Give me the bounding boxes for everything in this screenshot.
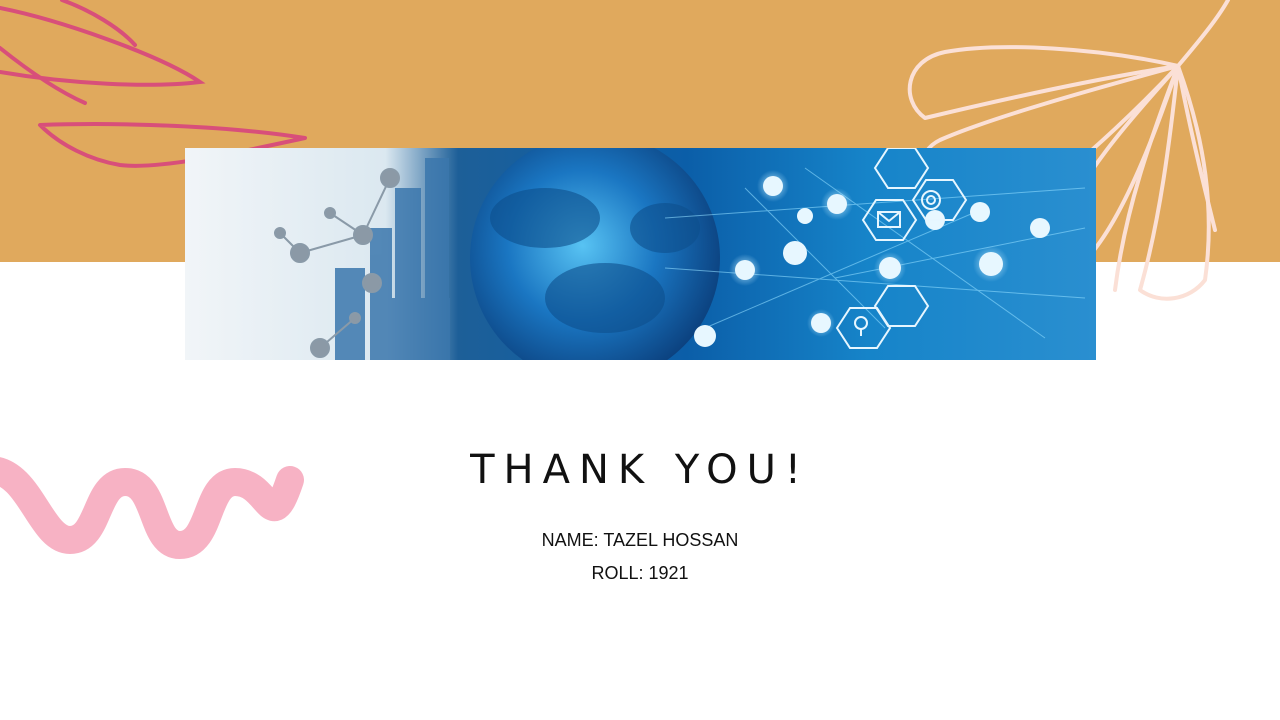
squiggle-icon — [0, 457, 304, 559]
roll-text: ROLL: 1921 — [591, 563, 689, 583]
page-title: THANK YOU! — [470, 447, 810, 493]
name-text: NAME: TAZEL HOSSAN — [541, 530, 739, 550]
slide: THANK YOU! NAME: TAZEL HOSSAN ROLL: 1921 — [0, 0, 1280, 720]
